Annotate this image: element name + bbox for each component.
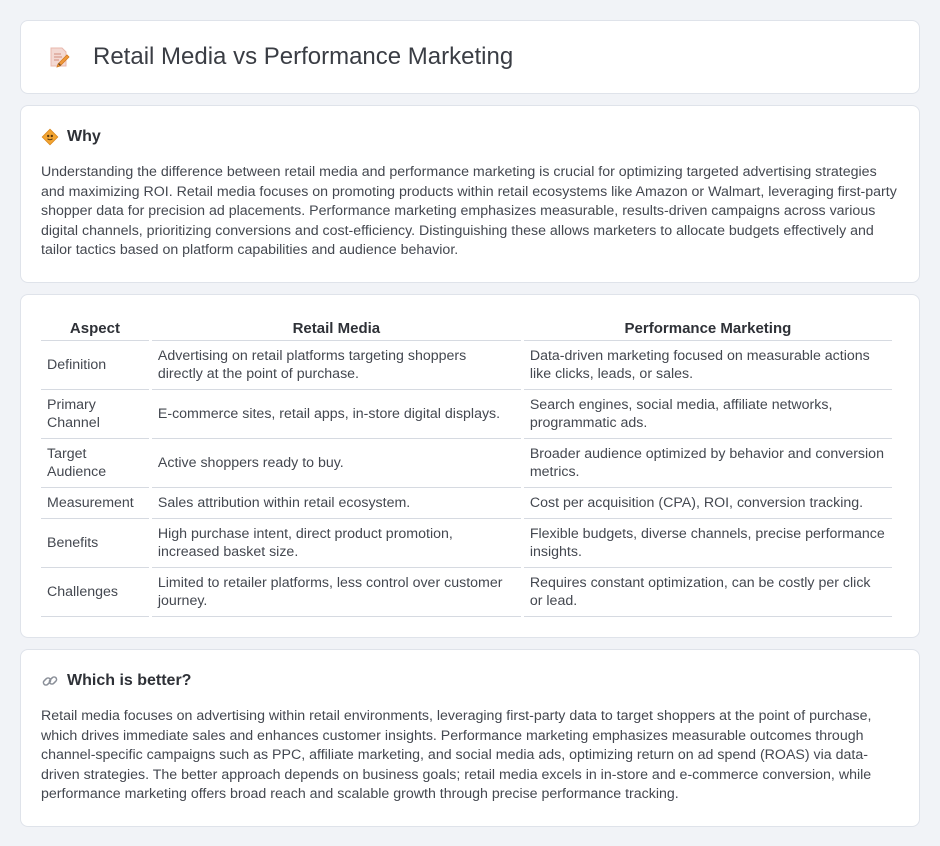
link-icon <box>41 672 59 690</box>
header-card: Retail Media vs Performance Marketing <box>20 20 920 94</box>
retail-media-cell: High purchase intent, direct product pro… <box>151 519 521 568</box>
table-row: Definition Advertising on retail platfor… <box>41 341 892 390</box>
table-row: Measurement Sales attribution within ret… <box>41 488 892 519</box>
table-row: Benefits High purchase intent, direct pr… <box>41 519 892 568</box>
column-header-aspect: Aspect <box>41 319 149 341</box>
table-header-row: Aspect Retail Media Performance Marketin… <box>41 319 892 341</box>
why-section: Why Understanding the difference between… <box>20 105 920 283</box>
why-paragraph: Understanding the difference between ret… <box>41 164 897 258</box>
which-is-better-paragraph: Retail media focuses on advertising with… <box>41 708 872 802</box>
document-pencil-icon <box>47 45 71 69</box>
comparison-table: Aspect Retail Media Performance Marketin… <box>38 319 895 617</box>
which-is-better-section: Which is better? Retail media focuses on… <box>20 649 920 827</box>
why-title: Why <box>67 128 101 145</box>
aspect-cell: Measurement <box>41 488 149 519</box>
column-header-retail-media: Retail Media <box>151 319 521 341</box>
page: Retail Media vs Performance Marketing Wh… <box>0 0 940 827</box>
performance-marketing-cell: Cost per acquisition (CPA), ROI, convers… <box>523 488 892 519</box>
table-row: Primary Channel E-commerce sites, retail… <box>41 390 892 439</box>
which-is-better-title: Which is better? <box>67 672 192 689</box>
table-row: Target Audience Active shoppers ready to… <box>41 439 892 488</box>
performance-marketing-cell: Search engines, social media, affiliate … <box>523 390 892 439</box>
page-title: Retail Media vs Performance Marketing <box>93 43 514 70</box>
retail-media-cell: Sales attribution within retail ecosyste… <box>151 488 521 519</box>
retail-media-cell: Advertising on retail platforms targetin… <box>151 341 521 390</box>
aspect-cell: Definition <box>41 341 149 390</box>
retail-media-cell: E-commerce sites, retail apps, in-store … <box>151 390 521 439</box>
aspect-cell: Target Audience <box>41 439 149 488</box>
performance-marketing-cell: Data-driven marketing focused on measura… <box>523 341 892 390</box>
diamond-sign-icon <box>41 128 59 146</box>
why-heading: Why <box>41 128 899 146</box>
retail-media-cell: Limited to retailer platforms, less cont… <box>151 568 521 617</box>
aspect-cell: Benefits <box>41 519 149 568</box>
performance-marketing-cell: Flexible budgets, diverse channels, prec… <box>523 519 892 568</box>
aspect-cell: Challenges <box>41 568 149 617</box>
comparison-table-card: Aspect Retail Media Performance Marketin… <box>20 294 920 638</box>
which-is-better-heading: Which is better? <box>41 672 899 690</box>
performance-marketing-cell: Requires constant optimization, can be c… <box>523 568 892 617</box>
performance-marketing-cell: Broader audience optimized by behavior a… <box>523 439 892 488</box>
column-header-performance-marketing: Performance Marketing <box>523 319 892 341</box>
retail-media-cell: Active shoppers ready to buy. <box>151 439 521 488</box>
aspect-cell: Primary Channel <box>41 390 149 439</box>
table-row: Challenges Limited to retailer platforms… <box>41 568 892 617</box>
